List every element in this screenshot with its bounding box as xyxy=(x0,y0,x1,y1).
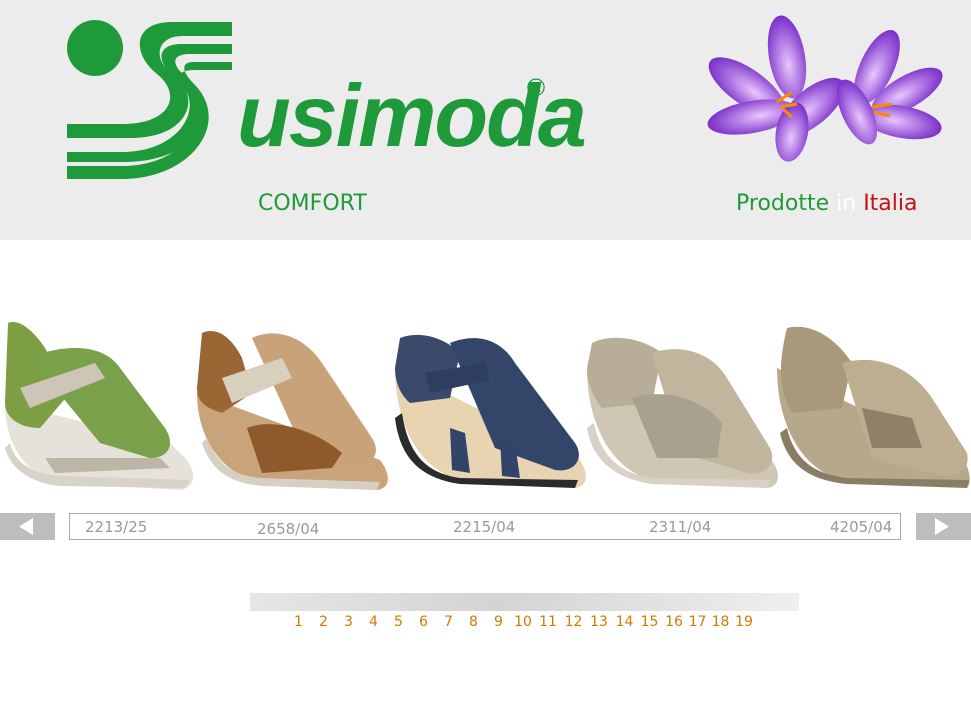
page-link[interactable]: 18 xyxy=(709,614,732,634)
page-link[interactable]: 9 xyxy=(486,614,511,634)
made-in-word-prodotte: Prodotte xyxy=(736,191,830,216)
carousel-prev-button[interactable] xyxy=(0,513,55,540)
page-link[interactable]: 7 xyxy=(436,614,461,634)
logo-stripes-icon xyxy=(67,20,232,179)
product-code-bar: 2213/25 2658/04 2215/04 2311/04 4205/04 xyxy=(69,513,901,540)
page-link[interactable]: 4 xyxy=(361,614,386,634)
page-link[interactable]: 16 xyxy=(662,614,686,634)
product-code-link[interactable]: 2213/25 xyxy=(85,518,147,536)
carousel-next-button[interactable] xyxy=(916,513,971,540)
triangle-right-icon xyxy=(935,518,949,535)
product-code-link[interactable]: 2311/04 xyxy=(649,518,711,536)
shoe-image[interactable] xyxy=(192,308,392,493)
page-link[interactable]: 15 xyxy=(637,614,662,634)
page-link[interactable]: 10 xyxy=(511,614,535,634)
shoe-image[interactable] xyxy=(390,308,590,493)
page-link[interactable]: 19 xyxy=(732,614,756,634)
page-link[interactable]: 1 xyxy=(286,614,311,634)
product-carousel xyxy=(0,300,971,500)
page-link[interactable]: 2 xyxy=(311,614,336,634)
page-link[interactable]: 13 xyxy=(586,614,612,634)
page-link[interactable]: 12 xyxy=(561,614,586,634)
pagination: 1 2 3 4 5 6 7 8 9 10 11 12 13 14 15 16 17 18 19 xyxy=(286,614,756,634)
crocus-flower-icon xyxy=(707,15,943,162)
product-code-link[interactable]: 4205/04 xyxy=(830,518,892,536)
page-link[interactable]: 11 xyxy=(535,614,561,634)
page-link[interactable]: 14 xyxy=(612,614,637,634)
pagination-bar xyxy=(250,593,799,611)
page-link[interactable]: 17 xyxy=(686,614,709,634)
usimoda-logo[interactable]: usimoda ® xyxy=(62,14,587,189)
made-in-word-in: in xyxy=(836,191,857,216)
product-code-link[interactable]: 2658/04 xyxy=(257,520,319,538)
shoe-image[interactable] xyxy=(772,308,971,493)
shoe-image[interactable] xyxy=(0,308,200,493)
made-in-word-italia: Italia xyxy=(863,191,918,216)
page-link[interactable]: 3 xyxy=(336,614,361,634)
triangle-left-icon xyxy=(19,518,33,535)
registered-mark: ® xyxy=(524,74,548,102)
made-in-italy-label: Prodotte in Italia xyxy=(736,191,918,216)
page-link[interactable]: 5 xyxy=(386,614,411,634)
shoe-image[interactable] xyxy=(582,308,782,493)
product-code-link[interactable]: 2215/04 xyxy=(453,518,515,536)
comfort-tagline: COMFORT xyxy=(258,191,367,216)
header-banner: usimoda ® COMFORT Prodotte in Italia xyxy=(0,0,971,240)
page-link[interactable]: 6 xyxy=(411,614,436,634)
page-link[interactable]: 8 xyxy=(461,614,486,634)
